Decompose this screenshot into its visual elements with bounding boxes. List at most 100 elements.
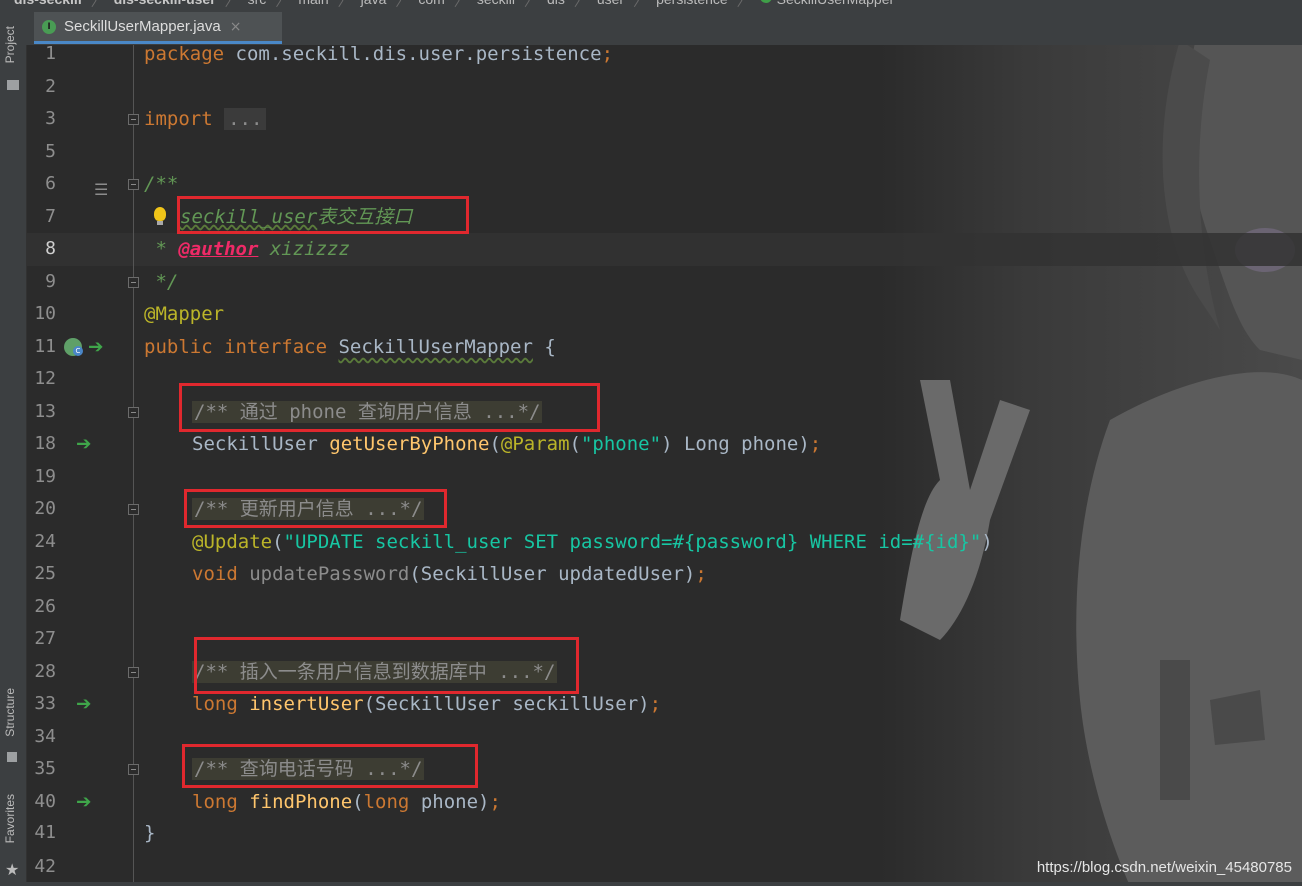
implementation-arrow-icon[interactable]: ➔ bbox=[76, 786, 92, 818]
paren: ) bbox=[981, 531, 993, 553]
code-line[interactable]: 26 bbox=[26, 591, 1302, 624]
line-number: 42 bbox=[34, 856, 56, 877]
horizontal-scrollbar[interactable] bbox=[26, 882, 1302, 886]
folder-icon[interactable] bbox=[7, 80, 19, 90]
doc-comment: * bbox=[144, 238, 179, 260]
brace: { bbox=[532, 336, 556, 358]
fold-icon[interactable] bbox=[128, 114, 139, 125]
line-number: 35 bbox=[34, 758, 56, 779]
keyword: long bbox=[192, 693, 238, 715]
fold-icon[interactable] bbox=[128, 277, 139, 288]
code-line[interactable]: 24 @Update("UPDATE seckill_user SET pass… bbox=[26, 526, 1302, 559]
breadcrumb-item[interactable]: dis bbox=[547, 0, 565, 11]
code-line[interactable]: 40 ➔ long findPhone(long phone); bbox=[26, 786, 1302, 819]
structure-tool-tab[interactable]: Structure bbox=[3, 688, 17, 737]
breadcrumb-separator: 〉 bbox=[337, 0, 352, 9]
close-icon[interactable]: × bbox=[230, 19, 242, 35]
tab-seckillusermapper[interactable]: I SeckillUserMapper.java × bbox=[34, 12, 282, 44]
code-line-current[interactable]: 8 * @author xizizzz bbox=[26, 233, 1302, 266]
folded-imports[interactable]: ... bbox=[224, 108, 267, 130]
highlight-box-get-user-by-phone bbox=[179, 383, 600, 432]
package-name: com.seckill.dis.user.persistence bbox=[224, 43, 602, 65]
line-number: 26 bbox=[34, 596, 56, 617]
semicolon: ; bbox=[649, 693, 662, 715]
annotation: @Mapper bbox=[144, 303, 225, 325]
keyword: import bbox=[144, 108, 213, 130]
line-number: 20 bbox=[34, 498, 56, 519]
project-tool-tab[interactable]: Project bbox=[3, 26, 17, 63]
breadcrumb-separator: 〉 bbox=[275, 0, 290, 9]
code-line[interactable]: 3 import ... bbox=[26, 103, 1302, 136]
string-literal: "phone" bbox=[580, 433, 662, 455]
keyword: void bbox=[192, 563, 238, 585]
semicolon: ; bbox=[601, 43, 614, 65]
method-name: updatePassword bbox=[237, 563, 410, 585]
fold-icon[interactable] bbox=[128, 407, 139, 418]
implementation-arrow-icon[interactable]: ➔ bbox=[76, 688, 92, 720]
paren: ( bbox=[352, 791, 364, 813]
gutter-divider bbox=[133, 45, 134, 886]
spring-bean-icon[interactable] bbox=[64, 338, 83, 356]
semicolon: ; bbox=[809, 433, 822, 455]
tool-window-strip: Project Structure Favorites ★ bbox=[0, 12, 27, 886]
editor-tab-bar: I SeckillUserMapper.java × bbox=[26, 12, 1302, 45]
interface-name: SeckillUserMapper bbox=[338, 336, 533, 358]
code-line[interactable]: 2 bbox=[26, 71, 1302, 104]
code-line[interactable]: 10 @Mapper bbox=[26, 298, 1302, 331]
highlight-box-table-comment bbox=[177, 196, 469, 234]
tab-label: SeckillUserMapper.java bbox=[64, 18, 221, 35]
breadcrumb-item[interactable]: dis-seckill-user bbox=[114, 0, 216, 11]
implementation-arrow-icon[interactable]: ➔ bbox=[76, 428, 92, 460]
structure-icon[interactable] bbox=[7, 752, 17, 762]
line-number: 9 bbox=[45, 271, 56, 292]
star-icon[interactable]: ★ bbox=[5, 860, 19, 879]
line-number: 3 bbox=[45, 108, 56, 129]
breadcrumb-item[interactable]: seckill bbox=[477, 0, 515, 11]
fold-icon[interactable] bbox=[128, 179, 139, 190]
fold-icon[interactable] bbox=[128, 764, 139, 775]
code-line[interactable]: 9 */ bbox=[26, 266, 1302, 299]
implementation-arrow-icon[interactable]: ➔ bbox=[88, 331, 104, 363]
breadcrumb-item[interactable]: src bbox=[248, 0, 267, 11]
line-number: 12 bbox=[34, 368, 56, 389]
breadcrumb-separator: 〉 bbox=[573, 0, 588, 9]
breadcrumb-item[interactable]: user bbox=[597, 0, 624, 11]
breadcrumb-item[interactable]: persistence bbox=[656, 0, 728, 11]
annotation: @Update bbox=[192, 531, 273, 553]
fold-icon[interactable] bbox=[128, 667, 139, 678]
doc-comment: /** bbox=[144, 173, 179, 195]
code-line[interactable]: 5 bbox=[26, 136, 1302, 169]
breadcrumb-separator: 〉 bbox=[395, 0, 410, 9]
breadcrumb-item[interactable]: java bbox=[361, 0, 387, 11]
paren: ( bbox=[489, 433, 501, 455]
line-number: 8 bbox=[45, 238, 56, 259]
breadcrumb-separator: 〉 bbox=[224, 0, 239, 9]
code-line[interactable]: 25 void updatePassword(SeckillUser updat… bbox=[26, 558, 1302, 591]
lightbulb-icon[interactable] bbox=[154, 207, 166, 225]
line-number: 40 bbox=[34, 791, 56, 812]
code-line[interactable]: 41 } bbox=[26, 817, 1302, 850]
breadcrumb-separator: 〉 bbox=[736, 0, 751, 9]
fold-icon[interactable] bbox=[128, 504, 139, 515]
favorites-tool-tab[interactable]: Favorites bbox=[3, 794, 17, 843]
breadcrumb-item[interactable]: com bbox=[418, 0, 444, 11]
line-number: 41 bbox=[34, 822, 56, 843]
line-number: 10 bbox=[34, 303, 56, 324]
breadcrumb-separator: 〉 bbox=[633, 0, 648, 9]
breadcrumb: dis-seckill 〉 dis-seckill-user 〉 src 〉 main… bbox=[0, 0, 1302, 12]
interface-icon bbox=[759, 0, 772, 3]
breadcrumb-item[interactable]: SeckillUserMapper bbox=[777, 0, 894, 11]
keyword: public interface bbox=[144, 336, 339, 358]
line-number: 25 bbox=[34, 563, 56, 584]
code-line[interactable]: 11 ➔ public interface SeckillUserMapper … bbox=[26, 331, 1302, 364]
line-number: 24 bbox=[34, 531, 56, 552]
breadcrumb-item[interactable]: main bbox=[298, 0, 328, 11]
line-number: 34 bbox=[34, 726, 56, 747]
line-number: 19 bbox=[34, 466, 56, 487]
breadcrumb-item[interactable]: dis-seckill bbox=[14, 0, 82, 11]
watermark-url: https://blog.csdn.net/weixin_45480785 bbox=[1036, 859, 1292, 876]
code-line[interactable]: 18 ➔ SeckillUser getUserByPhone(@Param("… bbox=[26, 428, 1302, 461]
breadcrumb-separator: 〉 bbox=[523, 0, 538, 9]
breadcrumb-separator: 〉 bbox=[453, 0, 468, 9]
paren: ( bbox=[272, 531, 284, 553]
